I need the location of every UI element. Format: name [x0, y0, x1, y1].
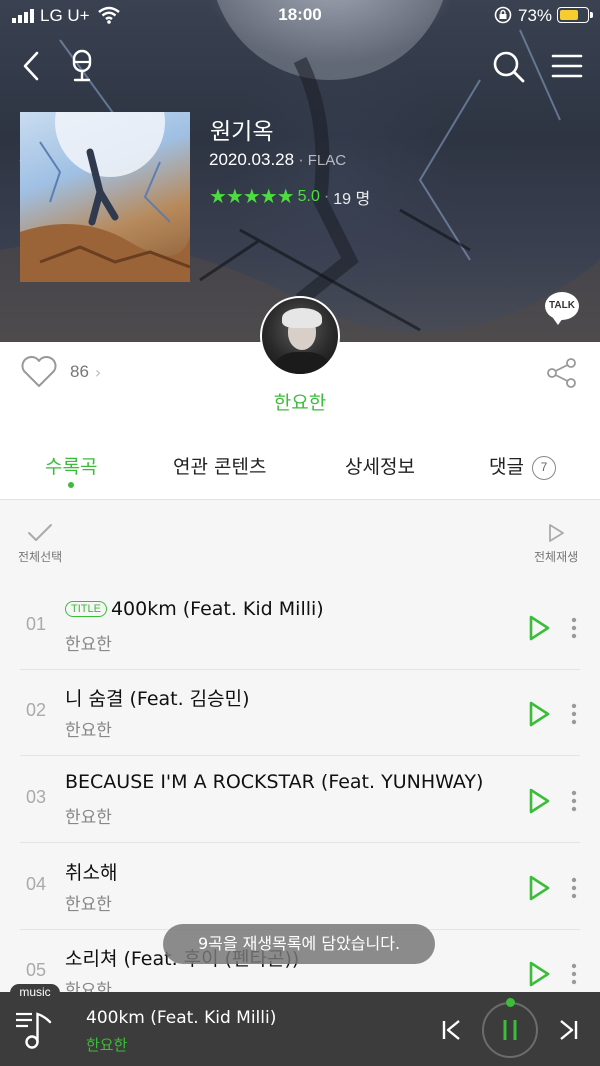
pause-button[interactable] — [482, 998, 538, 1058]
progress-dot — [506, 998, 515, 1007]
track-row[interactable]: 03 BECAUSE I'M A ROCKSTAR (Feat. YUNHWAY… — [0, 757, 600, 843]
like-button[interactable]: 86 › — [20, 356, 101, 388]
track-row[interactable]: 01 TITLE 400km (Feat. Kid Milli) 한요한 — [0, 584, 600, 670]
comment-count-badge: 7 — [532, 456, 557, 480]
chevron-right-icon: › — [94, 362, 102, 382]
title-track-badge: TITLE — [65, 601, 107, 617]
playlist-icon[interactable] — [14, 1008, 60, 1050]
audio-format: FLAC — [307, 152, 347, 169]
track-number: 01 — [26, 614, 47, 634]
heart-icon — [21, 356, 57, 387]
star-rating-icon: ★★★★★ — [209, 186, 295, 208]
album-title: 원기옥 — [210, 119, 274, 145]
back-icon[interactable] — [14, 48, 50, 84]
play-track-icon[interactable] — [526, 787, 552, 815]
play-track-icon[interactable] — [526, 614, 552, 642]
mini-player[interactable]: 400km (Feat. Kid Milli) 한요한 — [0, 992, 600, 1066]
tab-comments[interactable]: 댓글 7 — [489, 452, 557, 480]
more-options-icon[interactable] — [568, 614, 580, 642]
more-options-icon[interactable] — [568, 874, 580, 902]
track-title: TITLE 400km (Feat. Kid Milli) — [65, 598, 520, 620]
rating[interactable]: ★★★★★ 5.0 · 19 명 — [209, 184, 370, 209]
track-number: 04 — [26, 874, 47, 894]
pause-icon — [503, 1020, 517, 1040]
status-bar: LG U+ 18:00 73% — [0, 0, 600, 34]
search-icon[interactable] — [490, 48, 526, 84]
track-title: BECAUSE I'M A ROCKSTAR (Feat. YUNHWAY) — [65, 771, 484, 793]
track-number: 05 — [26, 960, 47, 980]
play-icon — [549, 524, 564, 542]
more-options-icon[interactable] — [568, 960, 580, 988]
play-all-label: 전체재생 — [534, 550, 579, 564]
talk-button[interactable]: TALK — [545, 292, 579, 325]
track-title: 취소해 — [65, 862, 118, 884]
play-track-icon[interactable] — [526, 700, 552, 728]
checkmark-icon — [28, 524, 53, 541]
mic-icon[interactable] — [64, 48, 100, 84]
rotation-lock-icon — [494, 6, 512, 24]
now-playing-artist: 한요한 — [86, 1036, 128, 1054]
toast-message: 9곡을 재생목록에 담았습니다. — [163, 924, 435, 964]
tab-tracks[interactable]: 수록곡 — [45, 452, 97, 488]
release-date: 2020.03.28 — [209, 150, 295, 169]
rating-count: 19 명 — [333, 190, 371, 208]
previous-icon[interactable] — [440, 1018, 464, 1042]
track-row[interactable]: 04 취소해 한요한 — [0, 844, 600, 930]
album-meta: 2020.03.28 · FLAC — [209, 150, 347, 169]
track-artist: 한요한 — [65, 635, 112, 655]
play-track-icon[interactable] — [526, 874, 552, 902]
rating-score: 5.0 — [297, 187, 320, 205]
album-cover-art — [20, 112, 190, 282]
artist-avatar[interactable] — [260, 296, 340, 376]
select-all-button[interactable]: 전체선택 — [18, 522, 62, 565]
tab-details[interactable]: 상세정보 — [345, 452, 415, 479]
now-playing-title: 400km (Feat. Kid Milli) — [86, 1008, 277, 1028]
menu-icon[interactable] — [549, 48, 585, 84]
track-row[interactable]: 02 니 숨결 (Feat. 김승민) 한요한 — [0, 670, 600, 756]
next-icon[interactable] — [556, 1018, 580, 1042]
battery-icon — [557, 7, 593, 23]
select-all-label: 전체선택 — [18, 550, 63, 564]
tab-related[interactable]: 연관 콘텐츠 — [173, 452, 266, 479]
track-artist: 한요한 — [65, 895, 112, 915]
play-all-button[interactable]: 전체재생 — [534, 522, 578, 565]
more-options-icon[interactable] — [568, 787, 580, 815]
track-number: 02 — [26, 700, 47, 720]
more-options-icon[interactable] — [568, 700, 580, 728]
track-artist: 한요한 — [65, 721, 112, 741]
track-number: 03 — [26, 787, 47, 807]
play-track-icon[interactable] — [526, 960, 552, 988]
album-cover[interactable] — [20, 112, 190, 282]
tab-bar: 수록곡 연관 콘텐츠 상세정보 댓글 7 — [0, 452, 600, 500]
music-tag: music — [10, 984, 60, 1002]
track-title: 니 숨결 (Feat. 김승민) — [65, 688, 250, 710]
battery-percent: 73% — [518, 6, 553, 25]
track-artist: 한요한 — [65, 808, 112, 828]
artist-name-link[interactable]: 한요한 — [0, 388, 600, 415]
share-icon[interactable] — [545, 356, 579, 390]
like-count: 86 — [70, 362, 89, 381]
